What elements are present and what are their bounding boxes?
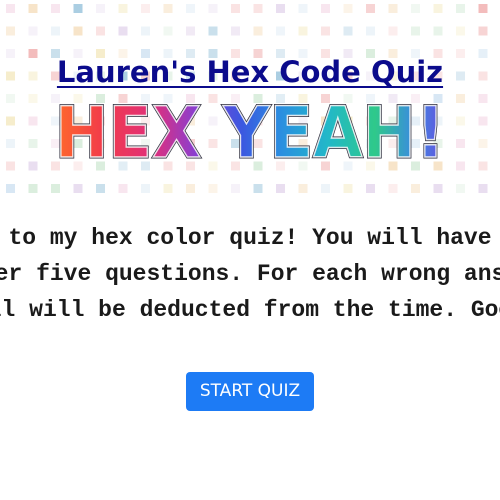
pattern-square (231, 184, 240, 193)
pattern-square (456, 94, 465, 103)
pattern-square (6, 116, 15, 126)
pattern-square (366, 26, 375, 36)
pattern-square (6, 94, 15, 103)
pattern-square (456, 139, 465, 148)
pattern-square (388, 4, 398, 13)
pattern-square (456, 161, 465, 171)
pattern-square (186, 26, 195, 36)
pattern-square (6, 161, 15, 171)
pattern-square (411, 4, 420, 13)
pattern-square (51, 4, 60, 13)
pattern-square (163, 4, 173, 13)
pattern-square (321, 184, 330, 193)
pattern-square (478, 139, 488, 148)
pattern-square (208, 184, 218, 193)
pattern-square (478, 116, 488, 126)
pattern-square (208, 4, 218, 13)
pattern-square (73, 4, 83, 13)
pattern-square (343, 26, 353, 36)
pattern-square (96, 184, 105, 193)
pattern-square (28, 26, 38, 36)
hex-yeah-logo: HEX YEAH! HEX YEAH! (54, 95, 447, 167)
pattern-square (6, 184, 15, 193)
pattern-square (253, 4, 263, 13)
pattern-square (253, 26, 263, 36)
pattern-square (276, 26, 285, 36)
pattern-square (456, 26, 465, 36)
pattern-square (28, 116, 38, 126)
logo-text-highlight: HEX YEAH! (55, 95, 445, 167)
pattern-square (163, 184, 173, 193)
pattern-square (186, 184, 195, 193)
pattern-square (118, 184, 128, 193)
pattern-square (433, 184, 443, 193)
pattern-square (478, 4, 488, 13)
pattern-square (6, 139, 15, 148)
pattern-square (478, 26, 488, 36)
pattern-square (411, 26, 420, 36)
pattern-square (6, 4, 15, 13)
pattern-square (208, 26, 218, 36)
quiz-instructions: to my hex color quiz! You will have er f… (0, 220, 500, 328)
pattern-square (28, 161, 38, 171)
instructions-line: to my hex color quiz! You will have (8, 225, 492, 251)
pattern-square (141, 26, 150, 36)
pattern-square (28, 94, 38, 103)
pattern-square (28, 139, 38, 148)
instructions-line: ll will be deducted from the time. Goo (0, 297, 500, 323)
pattern-square (163, 26, 173, 36)
pattern-square (321, 4, 330, 13)
pattern-square (118, 4, 128, 13)
pattern-square (298, 4, 308, 13)
pattern-square (276, 184, 285, 193)
pattern-square (28, 4, 38, 13)
pattern-square (231, 26, 240, 36)
page-title: Lauren's Hex Code Quiz (56, 55, 444, 89)
pattern-square (96, 26, 105, 36)
pattern-square (478, 184, 488, 193)
pattern-square (51, 26, 60, 36)
pattern-square (321, 26, 330, 36)
pattern-square (478, 94, 488, 103)
pattern-square (186, 4, 195, 13)
pattern-square (366, 184, 375, 193)
pattern-square (456, 184, 465, 193)
pattern-square (343, 184, 353, 193)
instructions-line: er five questions. For each wrong ans (0, 261, 500, 287)
pattern-square (231, 4, 240, 13)
pattern-square (366, 4, 375, 13)
pattern-square (51, 184, 60, 193)
pattern-square (28, 184, 38, 193)
pattern-square (298, 184, 308, 193)
pattern-square (478, 161, 488, 171)
pattern-square (73, 26, 83, 36)
pattern-square (141, 4, 150, 13)
pattern-square (388, 184, 398, 193)
pattern-square (298, 26, 308, 36)
pattern-square (118, 26, 128, 36)
pattern-square (96, 4, 105, 13)
pattern-square (73, 184, 83, 193)
pattern-square (411, 184, 420, 193)
pattern-square (433, 4, 443, 13)
pattern-square (6, 26, 15, 36)
pattern-square (388, 26, 398, 36)
start-quiz-button[interactable]: START QUIZ (186, 372, 314, 411)
pattern-square (456, 4, 465, 13)
pattern-square (253, 184, 263, 193)
pattern-square (456, 116, 465, 126)
pattern-square (276, 4, 285, 13)
pattern-square (141, 184, 150, 193)
pattern-square (343, 4, 353, 13)
pattern-square (433, 26, 443, 36)
